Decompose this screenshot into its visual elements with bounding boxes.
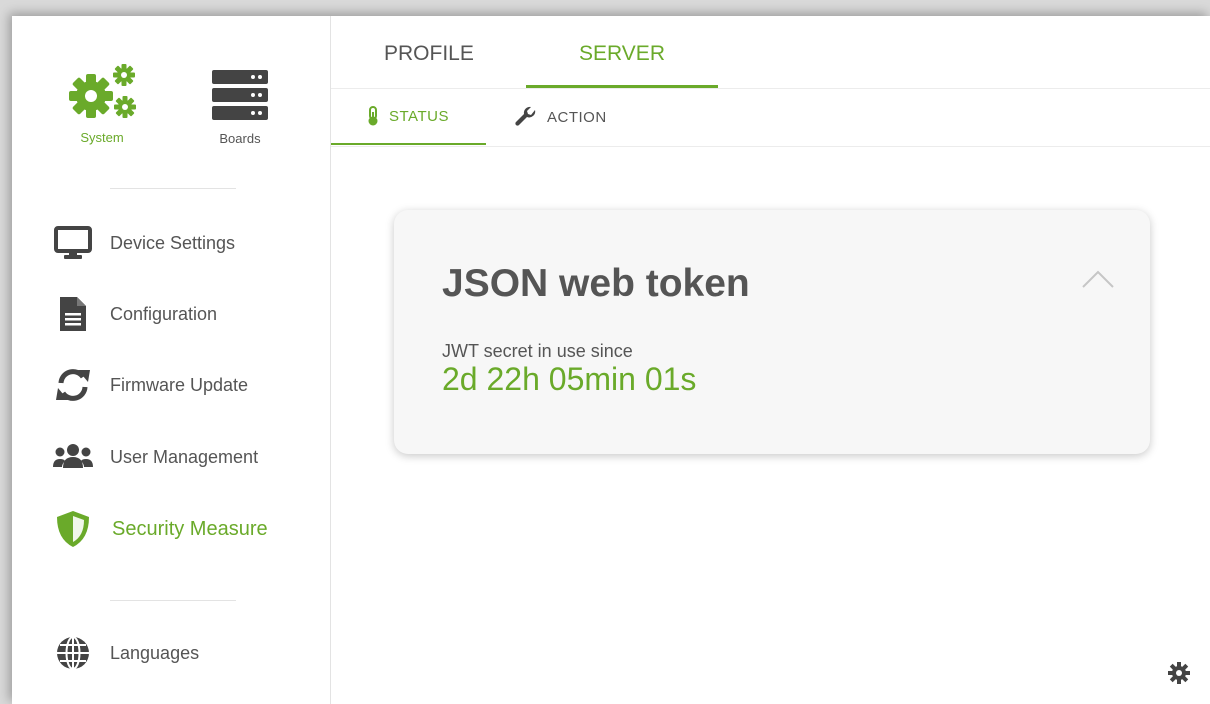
tab-profile[interactable]: PROFILE: [384, 42, 474, 66]
jwt-uptime-value: 2d 22h 05min 01s: [442, 361, 697, 397]
sidebar-item-device-settings[interactable]: Device Settings: [52, 221, 312, 265]
sidebar-top-boards[interactable]: Boards: [208, 70, 272, 146]
sidebar-item-configuration[interactable]: Configuration: [52, 292, 312, 336]
sidebar-item-label: Device Settings: [110, 232, 236, 253]
subtab-status[interactable]: STATUS: [367, 106, 449, 126]
monitor-icon: [52, 221, 94, 265]
thermometer-icon: [367, 106, 379, 126]
subtab-action[interactable]: ACTION: [515, 106, 607, 128]
subtab-action-label: ACTION: [547, 108, 607, 126]
chevron-up-icon[interactable]: [1078, 264, 1118, 294]
secondary-tabs: STATUS ACTION: [331, 89, 1210, 147]
subtab-status-label: STATUS: [389, 107, 449, 125]
sidebar-item-languages[interactable]: Languages: [52, 631, 312, 675]
wrench-icon: [515, 106, 537, 128]
server-rack-icon: [211, 70, 269, 127]
sidebar-item-label: User Management: [110, 446, 259, 467]
tab-active-indicator: [526, 85, 718, 88]
sync-icon: [52, 363, 94, 407]
sidebar-item-security-measure[interactable]: Security Measure: [52, 507, 312, 551]
sidebar-top-system-label: System: [80, 130, 124, 145]
primary-tabs: PROFILE SERVER: [331, 16, 1210, 89]
sidebar-divider: [110, 188, 236, 189]
jwt-label: JWT secret in use since: [442, 341, 633, 361]
card-title: JSON web token: [442, 262, 750, 305]
users-icon: [52, 435, 94, 479]
sidebar-item-label: Configuration: [110, 303, 218, 324]
jwt-card: JSON web token JWT secret in use since 2…: [394, 210, 1150, 454]
sidebar-item-label: Languages: [110, 642, 200, 663]
sidebar-item-label: Security Measure: [112, 517, 268, 540]
globe-icon: [52, 631, 94, 675]
subtab-active-indicator: [331, 143, 486, 145]
gear-icon[interactable]: [1166, 660, 1192, 686]
sidebar-item-firmware-update[interactable]: Firmware Update: [52, 363, 312, 407]
sidebar-top-system[interactable]: System: [69, 63, 136, 145]
sidebar-item-label: Firmware Update: [110, 374, 249, 395]
app-window: System Boards Device Settings Configurat…: [12, 16, 1210, 704]
main-content: PROFILE SERVER STATUS ACTION JSON web to…: [331, 16, 1210, 704]
sidebar-divider: [110, 600, 236, 601]
shield-icon: [52, 507, 94, 551]
tab-server[interactable]: SERVER: [579, 42, 665, 66]
sidebar-item-user-management[interactable]: User Management: [52, 435, 312, 479]
gears-icon: [65, 63, 139, 126]
sidebar: System Boards Device Settings Configurat…: [12, 16, 331, 704]
document-icon: [52, 292, 94, 336]
sidebar-top-boards-label: Boards: [219, 131, 261, 146]
